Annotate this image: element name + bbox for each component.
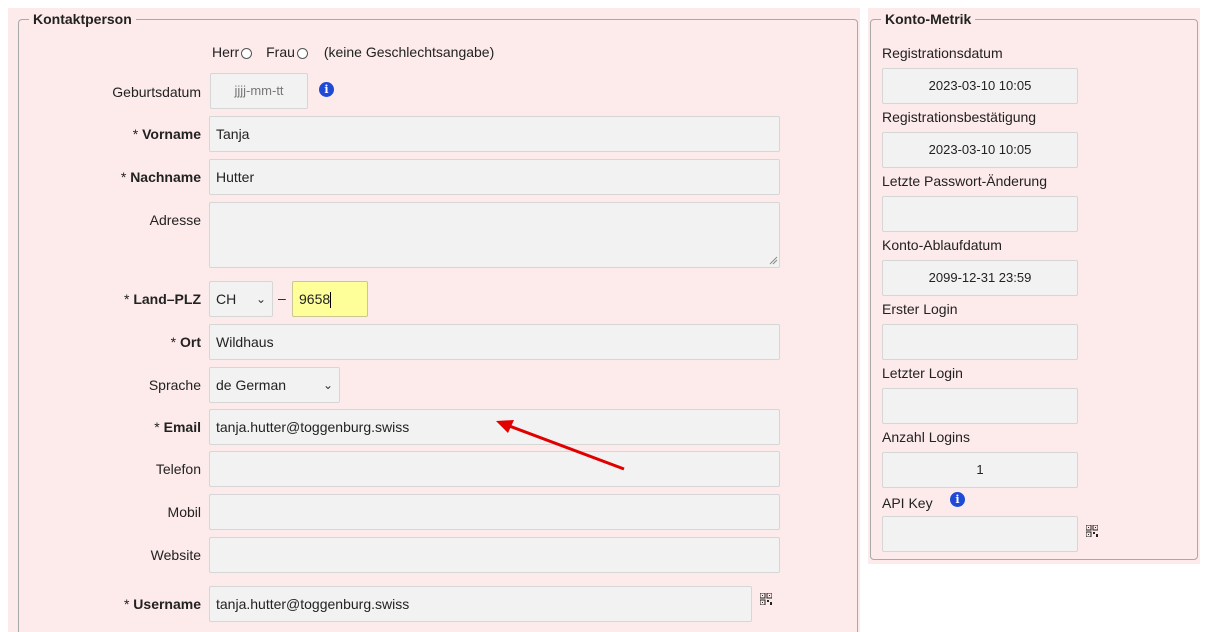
username-label: * Username bbox=[123, 596, 201, 612]
website-label: Website bbox=[150, 547, 201, 563]
address-textarea[interactable] bbox=[209, 202, 780, 268]
address-label: Adresse bbox=[149, 212, 201, 228]
registration-date-label: Registrationsdatum bbox=[882, 45, 1003, 61]
first-login-field bbox=[882, 324, 1078, 360]
red-arrow-annotation bbox=[496, 420, 625, 471]
mobile-input[interactable] bbox=[209, 494, 780, 530]
api-key-info-icon[interactable]: i bbox=[950, 492, 965, 507]
last-pw-change-label: Letzte Passwort-Änderung bbox=[882, 173, 1047, 189]
lastname-label: * Nachname bbox=[120, 169, 201, 185]
city-label: * Ort bbox=[170, 334, 201, 350]
birthdate-label: Geburtsdatum bbox=[112, 84, 201, 100]
firstname-input[interactable]: Tanja bbox=[209, 116, 780, 152]
login-count-field: 1 bbox=[882, 452, 1078, 488]
registration-confirm-label: Registrationsbestätigung bbox=[882, 109, 1037, 125]
email-label: * Email bbox=[154, 419, 201, 435]
lastname-input[interactable]: Hutter bbox=[209, 159, 780, 195]
city-input[interactable]: Wildhaus bbox=[209, 324, 780, 360]
login-count-label: Anzahl Logins bbox=[882, 429, 970, 445]
contact-legend: Kontaktperson bbox=[33, 11, 132, 27]
language-label: Sprache bbox=[148, 377, 201, 393]
birthdate-input[interactable]: jjjj-mm-tt bbox=[210, 73, 308, 109]
country-select[interactable]: CH ⌄ bbox=[209, 281, 273, 317]
info-icon[interactable]: i bbox=[319, 82, 334, 97]
mobile-label: Mobil bbox=[167, 504, 201, 520]
registration-date-field: 2023-03-10 10:05 bbox=[882, 68, 1078, 104]
expiry-field: 2099-12-31 23:59 bbox=[882, 260, 1078, 296]
api-key-field bbox=[882, 516, 1078, 552]
chevron-down-icon: ⌄ bbox=[255, 292, 266, 306]
qr-code-icon[interactable] bbox=[760, 593, 772, 605]
salutation-frau[interactable]: Frau bbox=[266, 44, 308, 60]
expiry-label: Konto-Ablaufdatum bbox=[882, 237, 1002, 253]
text-cursor bbox=[330, 292, 332, 309]
phone-label: Telefon bbox=[155, 461, 201, 477]
country-zip-label: * Land–PLZ bbox=[123, 291, 201, 307]
firstname-label: * Vorname bbox=[132, 126, 201, 142]
last-login-field bbox=[882, 388, 1078, 424]
resize-handle-icon[interactable] bbox=[769, 256, 778, 265]
radio-herr[interactable] bbox=[241, 47, 253, 59]
last-login-label: Letzter Login bbox=[882, 365, 963, 381]
radio-frau[interactable] bbox=[296, 47, 308, 59]
last-pw-change-field bbox=[882, 196, 1078, 232]
api-key-label: API Key bbox=[882, 495, 933, 511]
salutation-group: Herr Frau (keine Geschlechtsangabe) bbox=[212, 44, 494, 60]
website-input[interactable] bbox=[209, 537, 780, 573]
salutation-herr[interactable]: Herr bbox=[212, 44, 253, 60]
salutation-none[interactable]: (keine Geschlechtsangabe) bbox=[324, 44, 494, 60]
qr-code-icon[interactable] bbox=[1086, 525, 1098, 537]
country-zip-dash: – bbox=[278, 290, 286, 306]
registration-confirm-field: 2023-03-10 10:05 bbox=[882, 132, 1078, 168]
username-input[interactable]: tanja.hutter@toggenburg.swiss bbox=[209, 586, 752, 622]
metrics-legend: Konto-Metrik bbox=[885, 11, 972, 27]
language-select[interactable]: de German ⌄ bbox=[209, 367, 340, 403]
zip-input[interactable]: 9658 bbox=[292, 281, 368, 317]
first-login-label: Erster Login bbox=[882, 301, 958, 317]
chevron-down-icon: ⌄ bbox=[322, 378, 333, 392]
